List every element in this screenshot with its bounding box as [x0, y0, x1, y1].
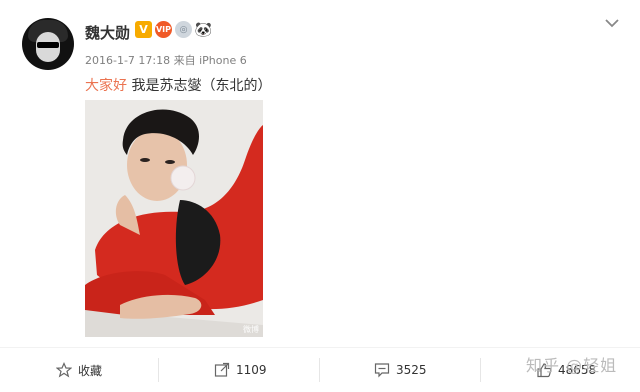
- verified-badge-icon[interactable]: V: [135, 21, 152, 38]
- repost-icon: [214, 362, 230, 377]
- panda-badge-icon[interactable]: 🐼: [195, 21, 212, 38]
- favorite-label: 收藏: [78, 363, 103, 378]
- topic-link[interactable]: 大家好: [85, 78, 127, 94]
- action-divider: [319, 358, 320, 382]
- vip-badge-icon[interactable]: VIP: [155, 21, 172, 38]
- comment-count: 3525: [396, 363, 427, 377]
- action-divider: [480, 358, 481, 382]
- repost-button[interactable]: 1109: [214, 348, 267, 392]
- post-meta: 2016-1-7 17:18 来自 iPhone 6: [85, 54, 247, 67]
- author-badges: V VIP ◎ 🐼: [135, 21, 212, 38]
- star-icon: [56, 362, 72, 378]
- post-photo[interactable]: 微博: [85, 100, 263, 337]
- photo-watermark: 微博: [243, 325, 259, 334]
- medal-badge-icon[interactable]: ◎: [175, 21, 192, 38]
- zhihu-watermark: 知乎 @轻姐: [526, 356, 618, 375]
- action-divider: [158, 358, 159, 382]
- repost-count: 1109: [236, 363, 267, 377]
- chevron-down-icon[interactable]: [603, 14, 621, 32]
- author-avatar[interactable]: [22, 18, 74, 70]
- post-body: 我是苏志燮（东北的）: [127, 78, 272, 94]
- weibo-post-card: 魏大勋 V VIP ◎ 🐼 2016-1-7 17:18 来自 iPhone 6…: [0, 0, 640, 392]
- comment-button[interactable]: 3525: [374, 348, 427, 392]
- comment-icon: [374, 363, 390, 378]
- favorite-button[interactable]: 收藏: [56, 348, 102, 392]
- avatar-glasses: [37, 42, 59, 48]
- post-text: 大家好 我是苏志燮（东北的）: [85, 75, 271, 95]
- author-name[interactable]: 魏大勋: [85, 22, 130, 43]
- photo-illustration: [85, 100, 263, 337]
